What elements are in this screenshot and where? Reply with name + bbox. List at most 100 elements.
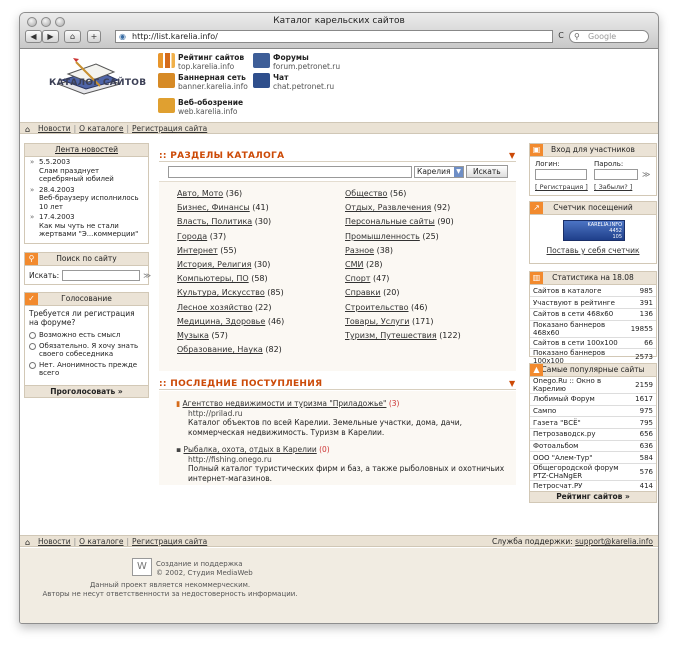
news-text[interactable]: Слам празднует серебряный юбилей	[39, 167, 144, 184]
header-link-rating[interactable]: Рейтинг сайтов top.karelia.info	[158, 53, 244, 71]
catalog-category[interactable]: Культура, Искусство (85)	[177, 286, 284, 300]
collapse-icon[interactable]: ▼	[509, 379, 515, 388]
collapse-icon[interactable]: ▼	[509, 151, 515, 160]
site-search-go-button[interactable]: ≫	[143, 271, 151, 280]
forward-button[interactable]: ▶	[42, 30, 59, 43]
catalog-category[interactable]: Разное (38)	[345, 244, 461, 258]
support-email-link[interactable]: support@karelia.info	[575, 537, 653, 546]
catalog-category[interactable]: Города (37)	[177, 230, 284, 244]
poll-option[interactable]: Нет. Анонимность прежде всего	[25, 360, 148, 379]
row-label[interactable]: Общегородской форум PTZ-CHaNgER	[530, 463, 633, 482]
reload-icon[interactable]: C	[556, 30, 566, 43]
catalog-category-link[interactable]: Лесное хозяйство	[177, 303, 253, 312]
catalog-category[interactable]: Образование, Наука (82)	[177, 343, 284, 357]
news-title[interactable]: Лента новостей	[55, 145, 118, 154]
home-icon[interactable]: ⌂	[25, 537, 30, 548]
catalog-category-link[interactable]: Промышленность	[345, 232, 420, 241]
catalog-category[interactable]: Компьютеры, ПО (58)	[177, 272, 284, 286]
catalog-category[interactable]: Туризм, Путешествия (122)	[345, 329, 461, 343]
catalog-category[interactable]: Промышленность (25)	[345, 230, 461, 244]
vote-button[interactable]: Проголосовать »	[25, 385, 148, 397]
poll-radio[interactable]	[29, 361, 36, 369]
catalog-category[interactable]: Медицина, Здоровье (46)	[177, 315, 284, 329]
news-header[interactable]: Лента новостей	[25, 144, 148, 157]
catalog-category-link[interactable]: Общество	[345, 189, 387, 198]
catalog-search-button[interactable]: Искать	[466, 165, 508, 178]
catalog-category-link[interactable]: Справки	[345, 288, 381, 297]
catalog-category[interactable]: Спорт (47)	[345, 272, 461, 286]
recent-item-link[interactable]: Рыбалка, охота, отдых в Карелии	[183, 445, 316, 454]
counter-banner[interactable]: KARELIA.INFO 4452 105	[563, 220, 625, 241]
news-text[interactable]: Как мы чуть не стали жертвами "Э...комме…	[39, 222, 144, 239]
catalog-category[interactable]: Авто, Мото (36)	[177, 187, 284, 201]
catalog-category-link[interactable]: Товары, Услуги	[345, 317, 409, 326]
catalog-category[interactable]: Общество (56)	[345, 187, 461, 201]
login-forgot-link[interactable]: [ Забыли? ]	[594, 183, 632, 191]
home-icon[interactable]: ⌂	[64, 30, 81, 43]
catalog-search-input[interactable]	[168, 165, 412, 178]
counter-install-link[interactable]: Поставь у себя счетчик	[530, 246, 656, 255]
row-label[interactable]: Сампо	[530, 405, 633, 418]
news-item[interactable]: 28.4.2003Веб-браузеру исполнилось 10 лет	[25, 185, 148, 213]
add-bookmark-button[interactable]: +	[87, 30, 101, 43]
mediaweb-logo-icon[interactable]: W	[132, 558, 152, 576]
rating-more-link[interactable]: Рейтинг сайтов »	[530, 491, 656, 502]
row-label[interactable]: Любимый Форум	[530, 393, 633, 406]
catalog-category-link[interactable]: Отдых, Развлечения	[345, 203, 431, 212]
catalog-category[interactable]: Отдых, Развлечения (92)	[345, 201, 461, 215]
header-link-forums[interactable]: Форумы forum.petronet.ru	[253, 53, 340, 71]
nav-news-link[interactable]: Новости	[38, 124, 71, 133]
catalog-category[interactable]: Музыка (57)	[177, 329, 284, 343]
books-logo-icon[interactable]	[40, 54, 136, 96]
catalog-category-link[interactable]: Разное	[345, 246, 374, 255]
catalog-category-link[interactable]: Интернет	[177, 246, 218, 255]
news-item[interactable]: 5.5.2003Слам празднует серебряный юбилей	[25, 157, 148, 185]
catalog-category-link[interactable]: Образование, Наука	[177, 345, 263, 354]
catalog-category-link[interactable]: История, Религия	[177, 260, 251, 269]
catalog-category-link[interactable]: Авто, Мото	[177, 189, 223, 198]
nav-about-link[interactable]: О каталоге	[79, 124, 123, 133]
address-bar[interactable]: ◉ http://list.karelia.info/	[115, 30, 553, 43]
news-text[interactable]: Веб-браузеру исполнилось 10 лет	[39, 194, 144, 211]
catalog-category-link[interactable]: Культура, Искусство	[177, 288, 265, 297]
header-link-banner[interactable]: Баннерная сеть banner.karelia.info	[158, 73, 248, 91]
catalog-category[interactable]: Бизнес, Финансы (41)	[177, 201, 284, 215]
poll-radio[interactable]	[29, 332, 36, 339]
catalog-category[interactable]: Строительство (46)	[345, 301, 461, 315]
catalog-category-link[interactable]: Персональные сайты	[345, 217, 435, 226]
news-item[interactable]: 17.4.2003Как мы чуть не стали жертвами "…	[25, 212, 148, 240]
poll-option[interactable]: Возможно есть смысл	[25, 330, 148, 341]
catalog-category-link[interactable]: Медицина, Здоровье	[177, 317, 265, 326]
catalog-category-link[interactable]: Музыка	[177, 331, 209, 340]
row-label[interactable]: Петрозаводск.ру	[530, 428, 633, 441]
catalog-category[interactable]: Справки (20)	[345, 286, 461, 300]
catalog-category[interactable]: СМИ (28)	[345, 258, 461, 272]
catalog-category-link[interactable]: Власть, Политика	[177, 217, 252, 226]
browser-search-input[interactable]: ⚲ Google	[569, 30, 649, 43]
catalog-category[interactable]: Персональные сайты (90)	[345, 215, 461, 229]
catalog-category-link[interactable]: Города	[177, 232, 207, 241]
catalog-category[interactable]: Товары, Услуги (171)	[345, 315, 461, 329]
row-label[interactable]: ООО "Алем-Тур"	[530, 451, 633, 465]
catalog-category[interactable]: Власть, Политика (30)	[177, 215, 284, 229]
password-input[interactable]	[594, 169, 638, 180]
footer-about-link[interactable]: О каталоге	[79, 537, 123, 546]
site-search-input[interactable]	[62, 270, 141, 281]
region-select[interactable]: Карелия ▼	[414, 165, 464, 178]
home-icon[interactable]: ⌂	[25, 124, 30, 135]
login-go-button[interactable]: ≫	[642, 170, 650, 179]
recent-item-link[interactable]: Агентство недвижимости и туризма "Прилад…	[183, 399, 387, 408]
catalog-category-link[interactable]: Спорт	[345, 274, 370, 283]
catalog-category-link[interactable]: Бизнес, Финансы	[177, 203, 250, 212]
catalog-category-link[interactable]: Строительство	[345, 303, 409, 312]
catalog-category[interactable]: Интернет (55)	[177, 244, 284, 258]
footer-register-link[interactable]: Регистрация сайта	[132, 537, 207, 546]
header-link-webreview[interactable]: Веб-обозрение web.karelia.info	[158, 98, 243, 116]
row-label[interactable]: Газета "ВСЁ"	[530, 416, 633, 430]
poll-option[interactable]: Обязательно. Я хочу знать своего собесед…	[25, 341, 148, 360]
back-button[interactable]: ◀	[25, 30, 42, 43]
login-register-link[interactable]: [ Регистрация ]	[535, 183, 588, 191]
row-label[interactable]: Onego.Ru :: Окно в Карелию	[530, 377, 633, 394]
catalog-category[interactable]: Лесное хозяйство (22)	[177, 301, 284, 315]
footer-news-link[interactable]: Новости	[38, 537, 71, 546]
